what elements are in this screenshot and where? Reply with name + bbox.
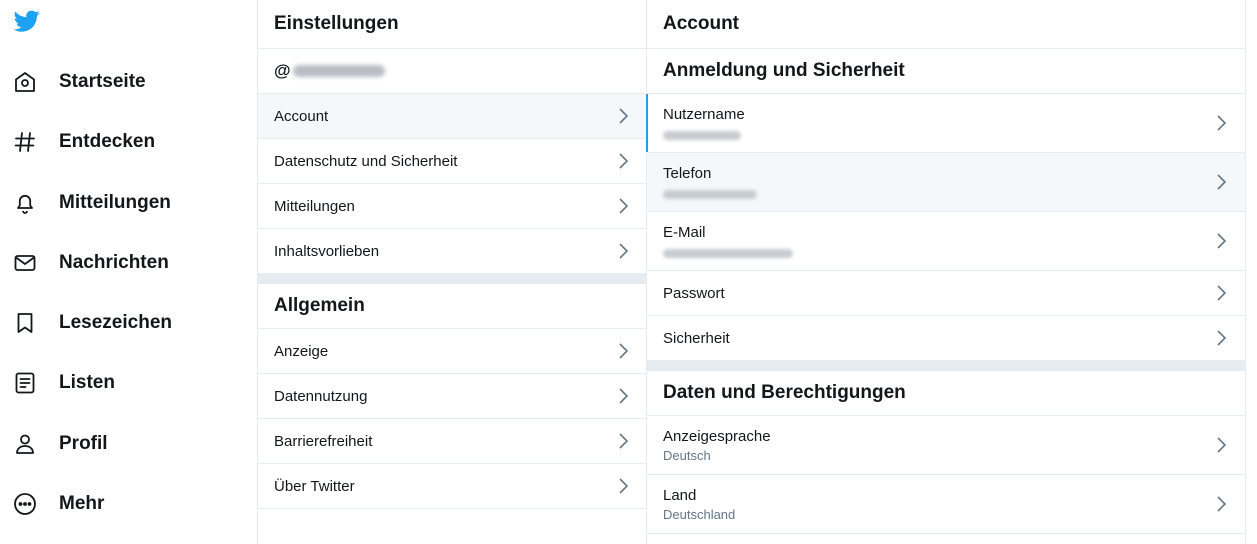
nav-item-nachrichten[interactable]: Nachrichten xyxy=(12,241,169,285)
account-item-label: Telefon xyxy=(663,165,712,182)
primary-navigation: Startseite Entdecken Mitteilungen Nachri… xyxy=(0,0,257,544)
chevron-right-icon xyxy=(619,343,629,359)
chevron-right-icon xyxy=(1217,285,1227,301)
nav-item-mitteilungen[interactable]: Mitteilungen xyxy=(12,181,171,225)
account-item-label: Anzeigesprache xyxy=(663,427,771,445)
account-item-label: E-Mail xyxy=(663,224,706,241)
settings-item-account[interactable]: Account xyxy=(258,94,647,139)
nav-item-mehr[interactable]: Mehr xyxy=(12,482,104,526)
phone-value-redacted xyxy=(663,190,757,199)
chevron-right-icon xyxy=(1217,115,1227,131)
home-icon xyxy=(12,69,38,95)
chevron-right-icon xyxy=(1217,330,1227,346)
chevron-right-icon xyxy=(619,388,629,404)
nav-item-profil[interactable]: Profil xyxy=(12,422,108,466)
account-item-label: Nutzername xyxy=(663,106,745,123)
person-icon xyxy=(12,431,38,457)
settings-item-datennutzung[interactable]: Datennutzung xyxy=(258,374,647,419)
chevron-right-icon xyxy=(619,243,629,259)
hashtag-icon xyxy=(12,129,38,155)
nav-item-label: Mitteilungen xyxy=(59,192,171,213)
more-icon xyxy=(12,491,38,517)
nav-item-label: Lesezeichen xyxy=(59,312,172,333)
settings-column: Einstellungen @ Account Datenschutz und … xyxy=(257,0,647,544)
section-divider xyxy=(258,274,647,284)
nav-item-listen[interactable]: Listen xyxy=(12,361,115,405)
twitter-bird-icon[interactable] xyxy=(12,8,42,38)
email-value-redacted xyxy=(663,249,793,258)
general-section-title: Allgemein xyxy=(258,284,647,329)
account-item-telefon[interactable]: Telefon xyxy=(647,153,1245,212)
settings-item-ueber-twitter[interactable]: Über Twitter xyxy=(258,464,647,509)
account-handle: @ xyxy=(258,49,647,94)
settings-item-datenschutz[interactable]: Datenschutz und Sicherheit xyxy=(258,139,647,184)
account-item-label: Land xyxy=(663,486,697,504)
nav-item-label: Profil xyxy=(59,433,108,454)
account-item-anzeigesprache[interactable]: Anzeigesprache Deutsch xyxy=(647,416,1245,475)
settings-item-mitteilungen[interactable]: Mitteilungen xyxy=(258,184,647,229)
account-column: Account Anmeldung und Sicherheit Nutzern… xyxy=(646,0,1246,544)
settings-item-barrierefreiheit[interactable]: Barrierefreiheit xyxy=(258,419,647,464)
bell-icon xyxy=(12,190,38,216)
nav-item-lesezeichen[interactable]: Lesezeichen xyxy=(12,301,172,345)
nav-item-startseite[interactable]: Startseite xyxy=(12,60,146,104)
account-item-passwort[interactable]: Passwort xyxy=(647,271,1245,316)
settings-item-inhaltsvorlieben[interactable]: Inhaltsvorlieben xyxy=(258,229,647,274)
handle-prefix: @ xyxy=(274,61,291,80)
settings-item-anzeige[interactable]: Anzeige xyxy=(258,329,647,374)
bookmark-icon xyxy=(12,310,38,336)
settings-title: Einstellungen xyxy=(258,0,647,49)
account-item-value: Deutsch xyxy=(663,447,711,463)
nav-item-label: Mehr xyxy=(59,493,105,514)
settings-item-label: Datenschutz und Sicherheit xyxy=(274,152,458,170)
chevron-right-icon xyxy=(619,433,629,449)
account-item-label: Passwort xyxy=(663,284,725,302)
settings-item-label: Account xyxy=(274,107,329,125)
account-item-label: Sicherheit xyxy=(663,329,730,347)
nav-item-entdecken[interactable]: Entdecken xyxy=(12,120,155,164)
chevron-right-icon xyxy=(1217,437,1227,453)
settings-item-label: Über Twitter xyxy=(274,477,355,495)
account-item-nutzername[interactable]: Nutzername xyxy=(646,94,1245,153)
settings-item-label: Anzeige xyxy=(274,342,329,360)
chevron-right-icon xyxy=(619,153,629,169)
nav-item-label: Nachrichten xyxy=(59,252,169,273)
chevron-right-icon xyxy=(619,108,629,124)
chevron-right-icon xyxy=(1217,174,1227,190)
settings-item-label: Mitteilungen xyxy=(274,197,355,215)
account-item-land[interactable]: Land Deutschland xyxy=(647,475,1245,534)
data-section-title: Daten und Berechtigungen xyxy=(647,371,1245,416)
chevron-right-icon xyxy=(1217,233,1227,249)
nav-item-label: Listen xyxy=(59,372,115,393)
settings-item-label: Inhaltsvorlieben xyxy=(274,242,380,260)
nav-item-label: Startseite xyxy=(59,71,146,92)
chevron-right-icon xyxy=(619,478,629,494)
section-divider xyxy=(647,361,1245,371)
username-value-redacted xyxy=(663,131,741,140)
account-item-sicherheit[interactable]: Sicherheit xyxy=(647,316,1245,361)
envelope-icon xyxy=(12,250,38,276)
settings-item-label: Datennutzung xyxy=(274,387,368,405)
account-item-email[interactable]: E-Mail xyxy=(647,212,1245,271)
chevron-right-icon xyxy=(619,198,629,214)
handle-redacted xyxy=(292,65,385,77)
settings-item-label: Barrierefreiheit xyxy=(274,432,373,450)
list-icon xyxy=(12,370,38,396)
account-title: Account xyxy=(647,0,1245,49)
nav-item-label: Entdecken xyxy=(59,131,156,152)
chevron-right-icon xyxy=(1217,496,1227,512)
login-section-title: Anmeldung und Sicherheit xyxy=(647,49,1245,94)
account-item-value: Deutschland xyxy=(663,506,736,522)
